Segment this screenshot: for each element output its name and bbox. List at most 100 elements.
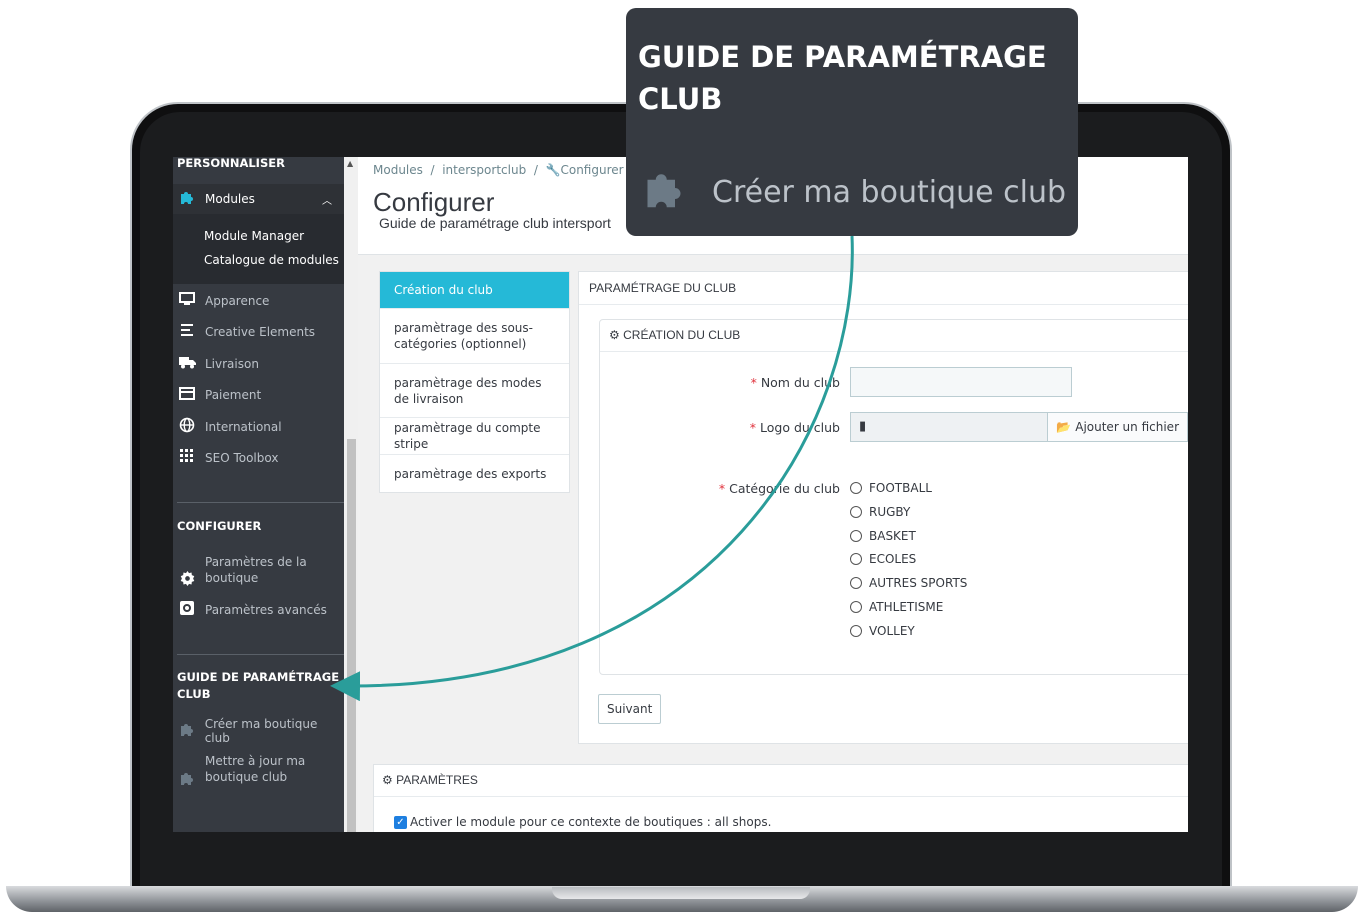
logo-file-input[interactable]: ▮ 📂 Ajouter un fichier	[850, 412, 1188, 442]
sidebar-item-parametres-avances[interactable]: Paramètres avancés	[173, 595, 344, 625]
nom-club-input[interactable]	[850, 367, 1072, 397]
sidebar: PERSONNALISER Modules ︿ Module Manager C…	[173, 157, 344, 832]
sidebar-item-label: Modules	[205, 192, 255, 206]
zoom-callout: GUIDE DE PARAMÉTRAGE CLUB Créer ma bouti…	[626, 8, 1078, 236]
panel-creation-club: ⚙ CRÉATION DU CLUB * Nom du club * Logo …	[599, 319, 1188, 675]
modules-submenu: Module Manager Catalogue de modules	[173, 214, 344, 284]
breadcrumb-intersportclub[interactable]: intersportclub	[442, 163, 526, 177]
submenu-catalogue[interactable]: Catalogue de modules	[204, 253, 339, 267]
puzzle-icon	[178, 770, 196, 790]
callout-item-creer-boutique: Créer ma boutique club	[642, 166, 1066, 218]
sidebar-item-modules[interactable]: Modules ︿	[173, 184, 344, 214]
globe-icon	[178, 417, 196, 437]
file-icon: ▮	[859, 419, 867, 434]
sidebar-item-label: Paramètres de la boutique	[205, 554, 307, 586]
label-line-2: boutique	[205, 571, 259, 585]
panel-parametrage-club: PARAMÉTRAGE DU CLUB ⚙ CRÉATION DU CLUB *…	[578, 271, 1188, 744]
tab-compte-stripe[interactable]: paramètrage du compte stripe	[380, 418, 569, 455]
sidebar-item-international[interactable]: International	[173, 412, 344, 442]
next-button[interactable]: Suivant	[598, 694, 662, 724]
panel-title: PARAMÈTRES	[396, 773, 478, 787]
sidebar-divider	[177, 654, 344, 655]
puzzle-icon	[178, 189, 196, 209]
radio-button[interactable]	[850, 530, 862, 542]
list-icon	[178, 323, 196, 341]
card-icon	[178, 386, 196, 404]
panel-title: PARAMÉTRAGE DU CLUB	[579, 272, 1188, 305]
tab-modes-livraison[interactable]: paramètrage des modes de livraison	[380, 364, 569, 418]
add-file-label: Ajouter un fichier	[1075, 420, 1179, 434]
section-title-guide: GUIDE DE PARAMÉTRAGE CLUB	[177, 669, 339, 703]
radio-autres-sports[interactable]: AUTRES SPORTS	[850, 576, 967, 590]
sidebar-item-label: Creative Elements	[205, 325, 316, 339]
sidebar-item-apparence[interactable]: Apparence	[173, 286, 344, 316]
radio-label: BASKET	[869, 529, 916, 543]
sidebar-item-livraison[interactable]: Livraison	[173, 349, 344, 379]
radio-ecoles[interactable]: ECOLES	[850, 552, 916, 566]
scroll-up-arrow-icon[interactable]: ▲	[347, 159, 353, 168]
activate-module-checkbox[interactable]: ✓ Activer le module pour ce contexte de b…	[394, 815, 771, 829]
radio-label: VOLLEY	[869, 624, 915, 638]
sidebar-scrollbar[interactable]: ▲	[344, 157, 358, 832]
wrench-icon: 🔧	[545, 163, 561, 177]
sidebar-item-label: Livraison	[205, 357, 259, 371]
checkbox-checked-icon[interactable]: ✓	[394, 815, 407, 829]
label-line-1: Paramètres de la	[205, 555, 307, 569]
breadcrumb-modules[interactable]: Modules	[373, 163, 423, 177]
breadcrumb-configurer: Configurer	[560, 163, 624, 177]
sidebar-item-maj-boutique[interactable]: Mettre à jour ma boutique club	[173, 753, 344, 799]
radio-label: RUGBY	[869, 505, 911, 519]
submenu-module-manager[interactable]: Module Manager	[204, 229, 304, 243]
label-line-2: boutique club	[205, 770, 288, 784]
screen: PERSONNALISER Modules ︿ Module Manager C…	[173, 157, 1188, 832]
grid-icon	[178, 449, 196, 467]
tab-creation-club[interactable]: Création du club	[380, 272, 569, 309]
sidebar-item-label: SEO Toolbox	[205, 451, 279, 465]
radio-button[interactable]	[850, 625, 862, 637]
cogs-icon: ⚙	[382, 773, 393, 787]
radio-button[interactable]	[850, 482, 862, 494]
nom-label-text: Nom du club	[760, 375, 840, 390]
panel-parametres: ⚙ PARAMÈTRES ✓ Activer le module pour ce …	[373, 764, 1188, 832]
sidebar-item-label: Créer ma boutique club	[204, 717, 318, 745]
label-line-1: Mettre à jour ma	[205, 754, 306, 768]
section-title: CRÉATION DU CLUB	[623, 328, 741, 342]
radio-football[interactable]: FOOTBALL	[850, 481, 932, 495]
radio-label: FOOTBALL	[869, 481, 932, 495]
sidebar-item-label: Paramètres avancés	[205, 603, 327, 617]
sidebar-item-seo-toolbox[interactable]: SEO Toolbox	[173, 443, 344, 473]
logo-label: * Logo du club	[610, 420, 840, 435]
tab-sous-categories[interactable]: paramètrage des sous-catégories (optionn…	[380, 309, 569, 364]
radio-button[interactable]	[850, 601, 862, 613]
radio-button[interactable]	[850, 506, 862, 518]
radio-athletisme[interactable]: ATHLETISME	[850, 600, 943, 614]
radio-button[interactable]	[850, 553, 862, 565]
panel-header: ⚙ PARAMÈTRES	[374, 765, 1188, 797]
monitor-icon	[178, 292, 196, 310]
laptop-notch	[552, 887, 810, 899]
sidebar-item-creative-elements[interactable]: Creative Elements	[173, 317, 344, 347]
section-title-personnaliser: PERSONNALISER	[177, 157, 285, 170]
sidebar-divider	[177, 502, 344, 503]
logo-label-text: Logo du club	[760, 420, 840, 435]
scroll-thumb[interactable]	[347, 439, 356, 832]
radio-button[interactable]	[850, 577, 862, 589]
sidebar-item-creer-boutique[interactable]: Créer ma boutique club	[173, 716, 344, 746]
callout-item-label: Créer ma boutique club	[712, 174, 1066, 210]
radio-rugby[interactable]: RUGBY	[850, 505, 910, 519]
puzzle-icon	[178, 721, 196, 741]
radio-basket[interactable]: BASKET	[850, 529, 916, 543]
guide-line-2: CLUB	[177, 687, 211, 701]
callout-title: GUIDE DE PARAMÉTRAGE CLUB	[638, 40, 1047, 116]
main-content: Modules / intersportclub / 🔧Configurer C…	[358, 157, 1188, 832]
radio-label: ECOLES	[869, 552, 917, 566]
sidebar-item-paiement[interactable]: Paiement	[173, 380, 344, 410]
tab-exports[interactable]: paramètrage des exports	[380, 455, 569, 492]
settings-box-icon	[178, 601, 196, 619]
guide-line-1: GUIDE DE PARAMÉTRAGE	[177, 670, 340, 684]
radio-volley[interactable]: VOLLEY	[850, 624, 915, 638]
radio-label: ATHLETISME	[869, 600, 944, 614]
sidebar-item-parametres-boutique[interactable]: Paramètres de la boutique	[173, 554, 344, 600]
add-file-button[interactable]: 📂 Ajouter un fichier	[1047, 413, 1187, 441]
section-title-configurer: CONFIGURER	[177, 519, 262, 533]
